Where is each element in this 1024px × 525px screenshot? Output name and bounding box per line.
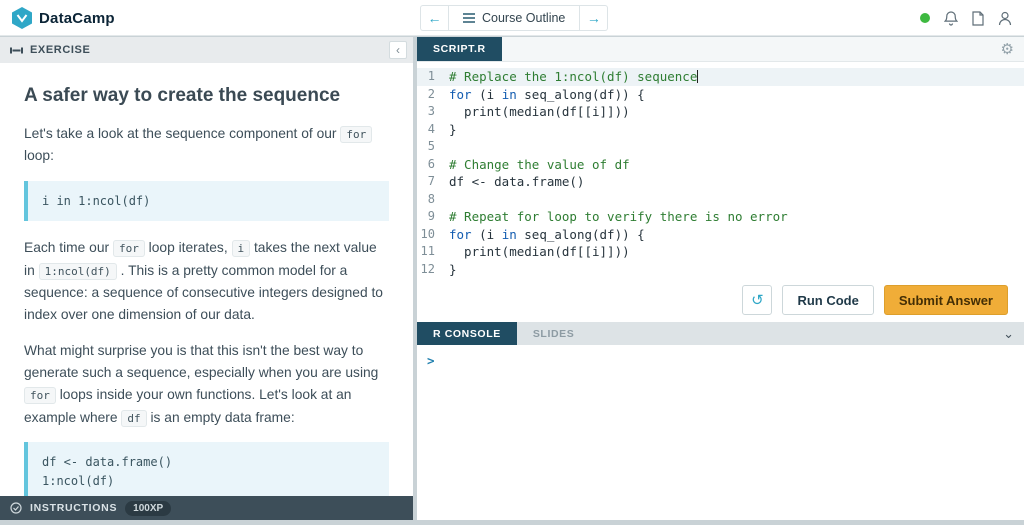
inline-code: df: [121, 409, 147, 427]
code-text: df <- data.frame(): [449, 174, 585, 189]
text-segment: loop:: [24, 148, 54, 164]
profile-icon[interactable]: [998, 11, 1012, 26]
editor-line[interactable]: 1 # Replace the 1:ncol(df) sequence: [417, 68, 1024, 86]
code-text: # Repeat for loop to verify there is no …: [449, 209, 788, 224]
inline-code: for: [24, 387, 56, 405]
line-number: 12: [420, 261, 435, 276]
collapse-console-chevron-icon[interactable]: ⌄: [1003, 322, 1014, 345]
editor-line[interactable]: 6 # Change the value of df: [417, 156, 1024, 174]
line-number: 9: [427, 209, 435, 223]
script-tabbar: SCRIPT.R ⚙: [417, 37, 1024, 62]
tab-script-r[interactable]: SCRIPT.R: [417, 37, 502, 61]
exercise-paragraph-1: Let's take a look at the sequence compon…: [24, 123, 389, 168]
code-text: }: [449, 261, 457, 277]
text-segment: Each time our: [24, 240, 113, 256]
code-text: }: [449, 121, 457, 137]
code-line: df <- data.frame(): [42, 455, 173, 470]
code-editor[interactable]: 1 # Replace the 1:ncol(df) sequence 2 for (…: [417, 62, 1024, 278]
exercise-header-label: EXERCISE: [30, 44, 91, 56]
code-text: for (i in seq_along(df)) {: [449, 86, 645, 102]
editor-line[interactable]: 4}: [417, 121, 1024, 139]
editor-settings-gear-icon[interactable]: ⚙: [1001, 37, 1014, 61]
course-outline-button[interactable]: Course Outline: [448, 5, 581, 31]
editor-line[interactable]: 12}: [417, 261, 1024, 279]
console-prompt: >: [427, 353, 435, 368]
code-text: print(median(df[[i]])): [449, 104, 630, 119]
inline-code: i: [231, 240, 251, 258]
exercise-paragraph-3: What might surprise you is that this isn…: [24, 340, 389, 429]
line-number: 11: [420, 244, 435, 258]
r-console-output[interactable]: >: [417, 345, 1024, 520]
line-number: 3: [427, 104, 435, 118]
previous-exercise-button[interactable]: ←: [420, 5, 448, 31]
line-number: 2: [427, 86, 435, 101]
text-segment: What might surprise you is that this isn…: [24, 342, 379, 380]
example-code-block-2: df <- data.frame() 1:ncol(df): [24, 442, 389, 496]
lesson-navigation: ← Course Outline →: [420, 5, 609, 31]
topbar-actions: [920, 0, 1012, 36]
code-text: # Replace the 1:ncol(df) sequence: [449, 69, 699, 84]
dumbbell-icon: [10, 47, 23, 53]
reset-code-button[interactable]: ↺: [742, 285, 773, 315]
code-panel: SCRIPT.R ⚙ 1 # Replace the 1:ncol(df) seq…: [417, 37, 1024, 520]
document-icon[interactable]: [972, 10, 984, 26]
instructions-bar[interactable]: INSTRUCTIONS 100XP: [0, 496, 413, 520]
line-number: 10: [420, 226, 435, 241]
exercise-panel: EXERCISE ‹ A safer way to create the seq…: [0, 37, 413, 520]
instructions-check-icon: [10, 502, 22, 514]
line-number: 1: [427, 69, 435, 83]
code-text: for (i in seq_along(df)) {: [449, 226, 645, 242]
inline-code: 1:ncol(df): [38, 262, 117, 280]
status-indicator-icon[interactable]: [920, 13, 930, 23]
editor-line[interactable]: 9 # Repeat for loop to verify there is no…: [417, 208, 1024, 226]
editor-line[interactable]: 5: [417, 138, 1024, 156]
datacamp-home-link[interactable]: DataCamp: [12, 7, 115, 29]
line-number: 7: [427, 174, 435, 188]
editor-line[interactable]: 3 print(median(df[[i]])): [417, 103, 1024, 121]
list-icon: [463, 13, 475, 23]
course-outline-label: Course Outline: [482, 11, 566, 25]
editor-line[interactable]: 10 for (i in seq_along(df)) {: [417, 226, 1024, 244]
text-segment: loop iterates,: [144, 240, 232, 256]
collapse-panel-button[interactable]: ‹: [389, 41, 407, 59]
exercise-title: A safer way to create the sequence: [24, 85, 341, 106]
code-line: 1:ncol(df): [42, 473, 115, 488]
tab-r-console[interactable]: R CONSOLE: [417, 322, 517, 345]
exercise-paragraph-2: Each time our for loop iterates, i takes…: [24, 237, 389, 326]
editor-actions: ↺ Run Code Submit Answer: [417, 278, 1024, 322]
line-number: 4: [427, 121, 435, 136]
notifications-bell-icon[interactable]: [944, 10, 958, 26]
xp-badge: 100XP: [125, 500, 172, 516]
run-code-button[interactable]: Run Code: [782, 285, 874, 315]
example-code-block-1: i in 1:ncol(df): [24, 180, 389, 222]
editor-line[interactable]: 11 print(median(df[[i]])): [417, 243, 1024, 261]
editor-line[interactable]: 8: [417, 191, 1024, 209]
inline-code: for: [340, 126, 373, 143]
datacamp-logo-icon: [12, 7, 32, 29]
text-segment: Let's take a look at the sequence compon…: [24, 126, 341, 141]
submit-answer-button[interactable]: Submit Answer: [883, 285, 1008, 315]
editor-line[interactable]: 2 for (i in seq_along(df)) {: [417, 86, 1024, 104]
brand-name: DataCamp: [39, 9, 115, 27]
text-cursor: [697, 70, 699, 83]
next-exercise-button[interactable]: →: [580, 5, 609, 31]
line-number: 5: [427, 139, 435, 153]
line-number: 6: [427, 156, 435, 171]
code-text: print(median(df[[i]])): [449, 244, 630, 259]
code-text: # Change the value of df: [449, 156, 630, 172]
exercise-panel-header: EXERCISE ‹: [0, 37, 413, 63]
console-tabbar: R CONSOLE SLIDES ⌄: [417, 322, 1024, 345]
exercise-content: A safer way to create the sequence Let's…: [0, 63, 413, 496]
text-segment: is an empty data frame:: [146, 409, 295, 425]
tab-slides[interactable]: SLIDES: [517, 322, 591, 345]
instructions-label: INSTRUCTIONS: [30, 502, 118, 514]
topbar: DataCamp ← Course Outline →: [0, 0, 1024, 36]
line-number: 8: [427, 191, 435, 206]
editor-line[interactable]: 7 df <- data.frame(): [417, 173, 1024, 191]
inline-code: for: [112, 240, 145, 258]
